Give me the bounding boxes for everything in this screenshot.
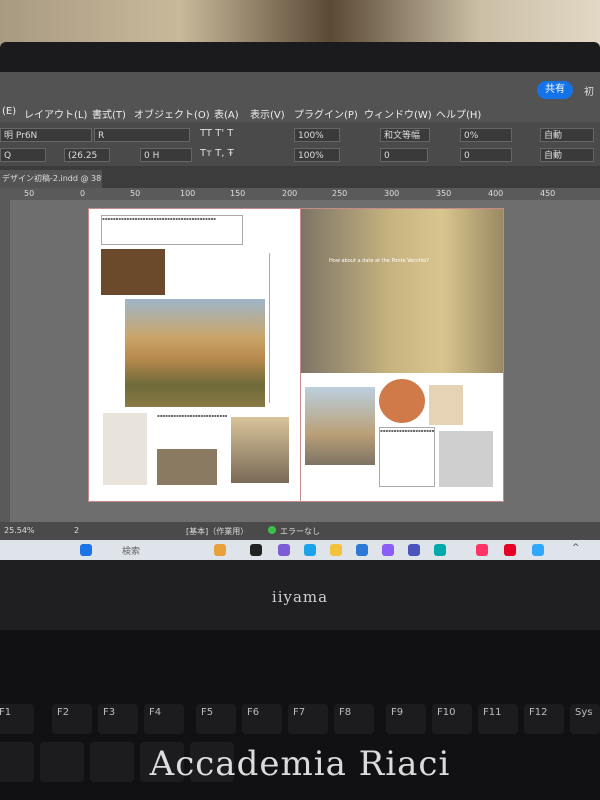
intro-text-frame[interactable]: ▪▪▪▪▪▪▪▪▪▪▪▪▪▪▪▪▪▪▪▪▪▪▪▪▪▪▪▪▪▪▪▪▪▪▪▪▪▪▪▪… — [101, 215, 243, 245]
menu-window[interactable]: ウィンドウ(W) — [364, 106, 432, 121]
caption-text-frame[interactable]: ▪▪▪▪▪▪▪▪▪▪▪▪▪▪▪▪▪▪▪▪▪▪▪▪▪▪▪ — [157, 413, 227, 447]
pizza-photo[interactable] — [379, 379, 425, 423]
tracking-field[interactable]: 0 H — [140, 148, 192, 162]
people-cutout[interactable] — [103, 413, 147, 485]
laptop-brand-logo: iiyama — [271, 588, 329, 606]
key[interactable]: F9 — [386, 704, 426, 734]
horizontal-ruler[interactable]: 50 0 50 100 150 200 250 300 350 400 450 — [0, 188, 600, 200]
ruler-mark: 400 — [488, 189, 504, 198]
baseline-field[interactable]: 0 — [380, 148, 428, 162]
control-panel: 明 Pr6N R Q (26.25 0 H TT T' T Tт T, Ŧ 10… — [0, 122, 600, 166]
key[interactable]: F4 — [144, 704, 184, 734]
app-icon[interactable] — [434, 544, 446, 556]
page-field[interactable]: 2 — [74, 526, 79, 535]
teams-icon[interactable] — [278, 544, 290, 556]
buildings-photo[interactable] — [231, 417, 289, 483]
app-title-bar: 共有 初心 — [0, 72, 600, 113]
auto-field-1[interactable]: 自動 — [540, 128, 594, 142]
horizontal-scale-field[interactable]: 100% — [294, 148, 340, 162]
task-view-icon[interactable] — [250, 544, 262, 556]
tsume-field[interactable]: 0% — [460, 128, 512, 142]
shop-photo[interactable] — [101, 249, 165, 295]
page-spread[interactable]: ▪▪▪▪▪▪▪▪▪▪▪▪▪▪▪▪▪▪▪▪▪▪▪▪▪▪▪▪▪▪▪▪▪▪▪▪▪▪▪▪… — [88, 208, 504, 502]
share-button[interactable]: 共有 — [537, 81, 573, 99]
food-text-frame[interactable]: ▪▪▪▪▪▪▪▪▪▪▪▪▪▪▪▪▪▪▪▪▪▪▪▪▪▪▪▪▪▪ — [379, 427, 435, 487]
hero-photo-caption: How about a date at the Ponte Vecchio? — [329, 258, 430, 264]
smallcaps-icon[interactable]: Tт T, Ŧ — [200, 148, 234, 159]
vertical-text-frame[interactable] — [269, 253, 282, 403]
key[interactable]: F1 — [0, 704, 34, 734]
master-page-field[interactable]: [基本]（作業用） — [186, 526, 248, 537]
font-family-field[interactable]: 明 Pr6N — [0, 128, 92, 142]
key[interactable]: F3 — [98, 704, 138, 734]
ruler-mark: 250 — [332, 189, 348, 198]
menu-table[interactable]: 表(A) — [214, 106, 239, 121]
font-style-field[interactable]: R — [94, 128, 190, 142]
menu-plugin[interactable]: プラグイン(P) — [294, 106, 358, 121]
preflight-status[interactable]: エラーなし — [280, 526, 320, 537]
ruler-mark: 0 — [80, 189, 86, 198]
menu-view[interactable]: 表示(V) — [250, 106, 285, 121]
ruler-mark: 50 — [24, 189, 35, 198]
kerning-field[interactable]: 和文等幅 — [380, 128, 430, 142]
menu-layout[interactable]: レイアウト(L) — [24, 106, 87, 121]
mail-icon[interactable] — [356, 544, 368, 556]
taskbar-search[interactable]: 検索 — [122, 544, 140, 557]
chevron-up-icon[interactable]: ^ — [572, 543, 580, 553]
laptop-screen: 共有 初心 (E) レイアウト(L) 書式(T) オブジェクト(O) 表(A) … — [0, 72, 600, 560]
caps-icon[interactable]: TT T' T — [200, 128, 233, 139]
key[interactable]: F11 — [478, 704, 518, 734]
menu-type[interactable]: 書式(T) — [92, 106, 126, 121]
menu-bar: (E) レイアウト(L) 書式(T) オブジェクト(O) 表(A) 表示(V) … — [0, 100, 600, 122]
windows-start-icon[interactable] — [80, 544, 92, 556]
preflight-ok-icon — [268, 526, 276, 534]
ruler-mark: 450 — [540, 189, 556, 198]
gelato-photo[interactable] — [429, 385, 463, 425]
copilot-icon[interactable] — [382, 544, 394, 556]
leading-field[interactable]: (26.25 — [64, 148, 110, 162]
vertical-ruler[interactable] — [0, 200, 10, 522]
indesign-icon[interactable] — [476, 544, 488, 556]
piazza-photo[interactable] — [305, 387, 375, 465]
document-tab-bar: デザイン初稿-2.indd @ 38% — [0, 166, 600, 188]
edge-icon[interactable] — [304, 544, 316, 556]
key[interactable]: F10 — [432, 704, 472, 734]
key[interactable]: F5 — [196, 704, 236, 734]
walking-people-photo[interactable] — [439, 431, 493, 487]
key[interactable]: F7 — [288, 704, 328, 734]
explorer-icon[interactable] — [330, 544, 342, 556]
key[interactable]: Sys — [570, 704, 600, 734]
zoom-field[interactable]: 25.54% — [4, 526, 35, 535]
key[interactable]: F2 — [52, 704, 92, 734]
auto-field-2[interactable]: 自動 — [540, 148, 594, 162]
skew-field[interactable]: 0 — [460, 148, 512, 162]
font-size-field[interactable]: Q — [0, 148, 46, 162]
ruler-mark: 300 — [384, 189, 400, 198]
pinterest-icon[interactable] — [504, 544, 516, 556]
key[interactable]: F6 — [242, 704, 282, 734]
couple-hero-photo[interactable] — [301, 209, 503, 373]
menu-help[interactable]: ヘルプ(H) — [436, 106, 481, 121]
carriage-photo[interactable] — [157, 449, 217, 485]
key[interactable]: F12 — [524, 704, 564, 734]
photoshop-icon[interactable] — [532, 544, 544, 556]
windows-taskbar: 検索 ^ — [0, 540, 600, 560]
ponte-vecchio-photo[interactable] — [125, 299, 265, 407]
widgets-icon[interactable] — [214, 544, 226, 556]
vertical-scale-field[interactable]: 100% — [294, 128, 340, 142]
teams-chat-icon[interactable] — [408, 544, 420, 556]
ruler-mark: 200 — [282, 189, 298, 198]
key[interactable]: F8 — [334, 704, 374, 734]
ruler-mark: 100 — [180, 189, 196, 198]
ruler-mark: 150 — [230, 189, 246, 198]
watermark: Accademia Riaci — [149, 744, 451, 784]
document-tab[interactable]: デザイン初稿-2.indd @ 38% — [0, 170, 102, 188]
pasteboard[interactable]: ▪▪▪▪▪▪▪▪▪▪▪▪▪▪▪▪▪▪▪▪▪▪▪▪▪▪▪▪▪▪▪▪▪▪▪▪▪▪▪▪… — [10, 200, 600, 522]
menu-object[interactable]: オブジェクト(O) — [134, 106, 210, 121]
menu-edit[interactable]: (E) — [2, 106, 16, 117]
status-bar: 25.54% 2 [基本]（作業用） エラーなし — [0, 522, 600, 540]
ruler-mark: 350 — [436, 189, 452, 198]
ruler-mark: 50 — [130, 189, 141, 198]
